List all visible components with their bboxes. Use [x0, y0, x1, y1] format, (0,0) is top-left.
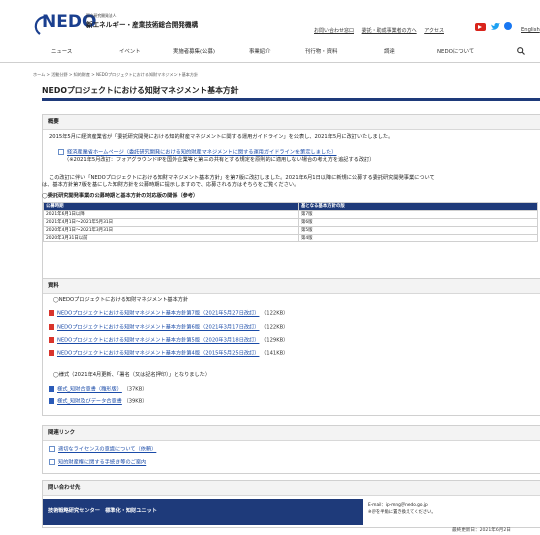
access-link[interactable]: アクセス: [424, 28, 444, 34]
contact-window-link[interactable]: お問い合わせ窓口: [314, 28, 354, 34]
overview-heading: 概要: [43, 115, 540, 130]
doc-size: （141KB）: [261, 350, 289, 357]
org-name: 新エネルギー・産業技術総合開発機構: [86, 21, 199, 29]
materials-subheading-forms: ◯様式（2021年4月更新、「署名（又は記名押印）」となりました）: [53, 372, 211, 378]
doc-item: NEDOプロジェクトにおける知財マネジメント基本方針第6版（2021年3月17日…: [49, 324, 288, 332]
related-links-heading: 関連リンク: [43, 426, 540, 441]
table-cell: 第7版: [298, 209, 538, 219]
col-call-period: 公募時期: [43, 202, 299, 211]
form-size: （39KB）: [123, 398, 148, 405]
form-item: 様式_知財合意書（雛形版） （37KB）: [49, 386, 147, 394]
form-link[interactable]: 様式_知財及びデータ合意書: [57, 399, 122, 405]
nav-procurement[interactable]: 調達: [384, 47, 395, 55]
doc-size: （129KB）: [261, 337, 289, 344]
table-row: 2021年4月1日〜2021年5月31日 第6版: [43, 217, 538, 227]
call-version-table: 公募時期 基となる基本方針の版 2021年6月1日以降 第7版 2021年4月1…: [43, 202, 538, 243]
table-caption: ◯委託研究開発事業の公募時期と基本方針の対応版の関係（参考）: [42, 193, 199, 199]
doc-link[interactable]: NEDOプロジェクトにおける知財マネジメント基本方針第5版（2020年3月18日…: [57, 338, 259, 344]
twitter-icon[interactable]: [491, 23, 500, 31]
related-link-item: 適切なライセンスの意識について（依頼）: [49, 446, 156, 454]
nav-calls[interactable]: 実施者募集(公募): [173, 47, 215, 55]
meti-link-row: 経済産業省ホームページ（委託研究開発における知的財産マネジメントに関する運用ガイ…: [58, 149, 337, 157]
materials-heading: 資料: [43, 279, 540, 294]
meti-link-note: （※2021年5月改訂：フォアグラウンドIPを国外企業等と第三の共有とする規定を…: [64, 157, 375, 163]
title-rule: [42, 98, 540, 101]
contractors-link[interactable]: 委託・助成事業者の方へ: [362, 28, 417, 34]
contact-email[interactable]: E-mail：ip-mng＠nedo.go.jp: [368, 503, 428, 509]
contact-email-note: ※＠を半角に置き換えてください。: [368, 510, 436, 515]
materials-subheading-policy: ◯NEDOプロジェクトにおける知財マネジメント基本方針: [53, 297, 189, 303]
related-link[interactable]: 適切なライセンスの意識について（依頼）: [58, 447, 156, 453]
facebook-icon[interactable]: [504, 22, 512, 30]
nav-publications[interactable]: 刊行物・資料: [305, 47, 337, 55]
table-cell: 第4版: [298, 233, 538, 243]
overview-para2a: この改訂に伴い「NEDOプロジェクトにおける知財マネジメント基本方針」を第7版に…: [49, 175, 435, 181]
nav-projects[interactable]: 事業紹介: [249, 47, 271, 55]
pdf-icon: [49, 324, 54, 330]
table-cell: 第6版: [298, 217, 538, 227]
english-link[interactable]: English: [521, 27, 540, 34]
doc-item: NEDOプロジェクトにおける知財マネジメント基本方針第5版（2020年3月18日…: [49, 337, 288, 345]
doc-link[interactable]: NEDOプロジェクトにおける知財マネジメント基本方針第4版（2015年5月25日…: [57, 351, 259, 357]
table-row: 2020年4月1日〜2021年3月31日 第5版: [43, 225, 538, 235]
doc-link[interactable]: NEDOプロジェクトにおける知財マネジメント基本方針第6版（2021年3月17日…: [57, 325, 259, 331]
word-doc-icon: [49, 398, 54, 404]
table-row: 2020年3月31日以前 第4版: [43, 233, 538, 243]
contact-heading: 問い合わせ先: [43, 481, 540, 496]
overview-para2b: は、基本方針第7版を基にした知財方針を公募時期に提示しますので、応募される方はそ…: [42, 182, 300, 188]
pdf-icon: [49, 350, 54, 356]
table-cell: 2020年4月1日〜2021年3月31日: [43, 225, 299, 235]
link-icon: [49, 446, 55, 452]
contact-department: 技術戦略研究センター 標準化・知財ユニット: [48, 508, 157, 514]
related-link-item: 知的財産権に関する手続き等のご案内: [49, 459, 146, 467]
doc-item: NEDOプロジェクトにおける知財マネジメント基本方針第4版（2015年5月25日…: [49, 350, 288, 358]
overview-para1: 2015年5月に経済産業省が「委託研究開発における知的財産マネジメントに関する運…: [49, 134, 394, 140]
utility-links: お問い合わせ窓口 委託・助成事業者の方へ アクセス: [314, 27, 444, 34]
page-title: NEDOプロジェクトにおける知財マネジメント基本方針: [42, 86, 239, 95]
last-updated: 最終更新日：2021年6月2日: [452, 528, 511, 533]
nav-events[interactable]: イベント: [119, 47, 141, 55]
form-item: 様式_知財及びデータ合意書 （39KB）: [49, 398, 147, 406]
pdf-icon: [49, 310, 54, 316]
nav-about[interactable]: NEDOについて: [437, 47, 474, 55]
search-icon[interactable]: [517, 47, 525, 55]
table-cell: 2021年4月1日〜2021年5月31日: [43, 217, 299, 227]
meti-guideline-link[interactable]: 経済産業省ホームページ（委託研究開発における知的財産マネジメントに関する運用ガイ…: [67, 150, 337, 156]
table-cell: 2020年3月31日以前: [43, 233, 299, 243]
doc-size: （122KB）: [261, 310, 289, 317]
pdf-icon: [49, 337, 54, 343]
doc-item: NEDOプロジェクトにおける知財マネジメント基本方針第7版（2021年5月27日…: [49, 310, 288, 318]
nav-news[interactable]: ニュース: [51, 47, 72, 55]
form-link[interactable]: 様式_知財合意書（雛形版）: [57, 387, 122, 393]
doc-size: （122KB）: [261, 324, 289, 331]
form-size: （37KB）: [123, 386, 148, 393]
table-cell: 第5版: [298, 225, 538, 235]
doc-link[interactable]: NEDOプロジェクトにおける知財マネジメント基本方針第7版（2021年5月27日…: [57, 311, 259, 317]
link-icon: [49, 459, 55, 465]
breadcrumb: ホーム > 活動分野 > 知的財産 > NEDOプロジェクトにおける知財マネジメ…: [33, 72, 199, 77]
global-nav: ニュース イベント 実施者募集(公募) 事業紹介 刊行物・資料 調達 NEDOに…: [0, 44, 540, 63]
table-cell: 2021年6月1日以降: [43, 209, 299, 219]
table-row: 2021年6月1日以降 第7版: [43, 209, 538, 219]
word-doc-icon: [49, 386, 54, 392]
related-link[interactable]: 知的財産権に関する手続き等のご案内: [58, 460, 146, 466]
external-link-icon: [58, 149, 64, 155]
col-policy-version: 基となる基本方針の版: [298, 202, 538, 211]
table-header-row: 公募時期 基となる基本方針の版: [43, 202, 538, 211]
youtube-play-glyph: [478, 25, 482, 29]
